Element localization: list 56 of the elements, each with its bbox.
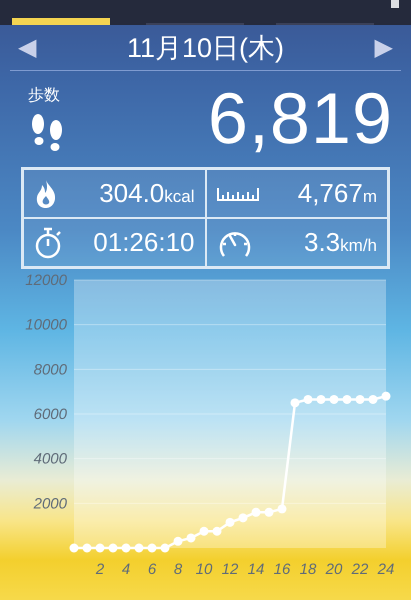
y-axis-label: 8000 (34, 361, 67, 378)
data-point (212, 526, 222, 536)
data-point (368, 394, 378, 404)
x-axis-label: 24 (378, 561, 394, 578)
y-axis-label: 6000 (34, 406, 67, 423)
data-point (186, 533, 196, 542)
x-axis-label: 14 (248, 561, 264, 578)
next-day-button[interactable]: ▶ (366, 33, 401, 62)
x-axis-label: 12 (222, 561, 238, 578)
data-point (330, 394, 338, 404)
data-point (304, 394, 312, 404)
data-point (134, 544, 144, 552)
data-point (82, 544, 92, 552)
y-axis-label: 2000 (34, 495, 67, 512)
data-point (290, 398, 300, 408)
data-point (238, 513, 248, 522)
stat-value: 4,767m (298, 178, 377, 209)
x-axis-label: 8 (174, 561, 182, 578)
previous-day-button[interactable]: ◀ (10, 33, 44, 62)
y-axis-label: 10000 (25, 316, 67, 334)
x-axis-label: 20 (326, 561, 342, 578)
data-point (96, 544, 104, 552)
data-point (160, 544, 170, 552)
data-point (356, 394, 364, 404)
y-axis-label: 12000 (25, 272, 67, 289)
data-point (70, 544, 78, 552)
data-point (382, 392, 390, 401)
x-axis-label: 10 (196, 561, 212, 578)
x-axis-label: 16 (274, 561, 290, 578)
date-title: 11月10日(木) (126, 32, 284, 65)
data-point (148, 544, 156, 552)
data-point (316, 394, 326, 404)
flame-icon (34, 178, 58, 208)
stat-value: 3.3km/h (304, 227, 377, 258)
steps-label: 歩数 (28, 86, 60, 106)
square-icon[interactable] (391, 0, 399, 8)
x-axis-label: 6 (148, 561, 156, 578)
x-axis-label: 22 (352, 561, 368, 578)
stopwatch-icon (34, 226, 62, 258)
data-point (278, 504, 286, 514)
x-axis-label: 2 (96, 561, 104, 578)
data-point (200, 526, 208, 536)
data-point (122, 544, 130, 552)
x-axis-label: 18 (300, 561, 316, 578)
y-axis-label: 4000 (34, 450, 67, 468)
x-axis-label: 4 (122, 561, 130, 578)
stat-value: 304.0kcal (99, 178, 194, 209)
data-point (174, 536, 182, 546)
data-point (226, 518, 234, 527)
step-count: 6,819 (208, 78, 393, 160)
data-point (342, 394, 352, 404)
data-point (108, 544, 118, 552)
data-point (252, 508, 260, 517)
ruler-icon (216, 186, 258, 200)
stat-value: 01:26:10 (93, 227, 194, 258)
data-point (264, 508, 274, 517)
